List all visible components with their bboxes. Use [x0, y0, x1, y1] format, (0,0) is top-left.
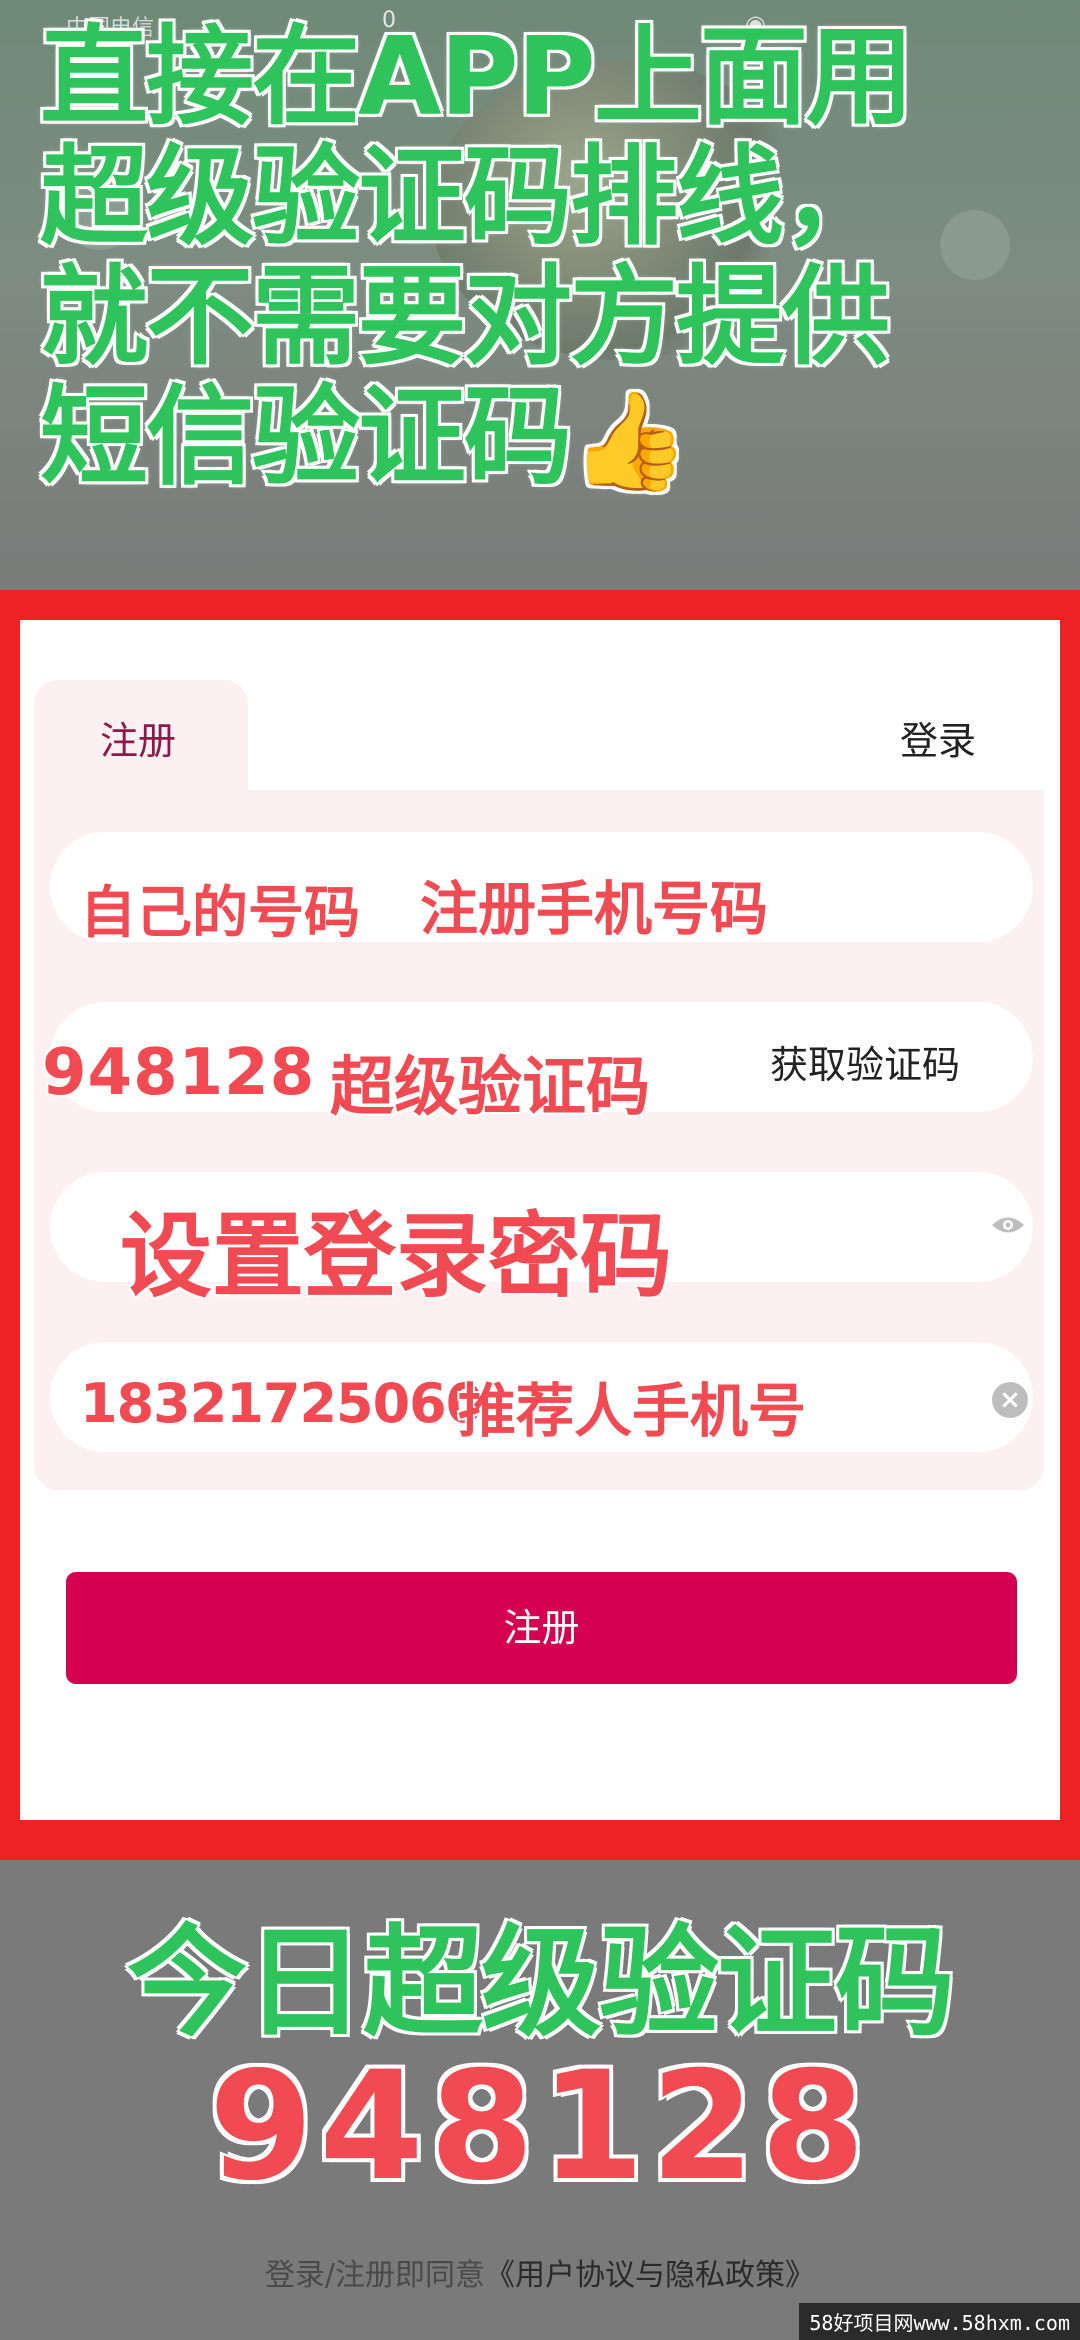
register-button[interactable]: 注册 [66, 1572, 1017, 1684]
get-code-button[interactable]: 获取验证码 [770, 1034, 960, 1089]
clear-icon[interactable]: × [992, 1382, 1028, 1418]
referrer-phone-value: 18321725060 [78, 1371, 484, 1437]
tab-login[interactable]: 登录 [900, 710, 976, 765]
thumbs-up-icon: 👍 [568, 383, 692, 499]
phone-annotation-2: 注册手机号码 [418, 874, 769, 945]
headline-line: 短信验证码👍 [38, 375, 1060, 501]
agreement-text: 登录/注册即同意《用户协议与隐私政策》 [0, 2250, 1080, 2294]
watermark: 58好项目网www.58hxm.com [799, 2303, 1080, 2340]
agreement-link[interactable]: 《用户协议与隐私政策》 [485, 2258, 815, 2293]
headline-line: 直接在APP上面用 [38, 15, 916, 140]
overlay-headline: 直接在APP上面用 超级验证码排线， 就不需要对方提供 短信验证码👍 [38, 15, 1060, 501]
today-code-value: 948128 [207, 2038, 872, 2216]
password-annotation: 设置登录密码 [118, 1202, 673, 1312]
today-code-title: 今日超级验证码 [125, 1912, 957, 2055]
headline-line: 就不需要对方提供 [38, 255, 892, 380]
headline-line: 超级验证码排线， [38, 135, 892, 260]
phone-annotation: 自己的号码 [79, 880, 362, 948]
eye-icon[interactable] [990, 1212, 1026, 1238]
code-annotation: 超级验证码 [329, 1050, 652, 1127]
verification-code-value: 948128 [40, 1035, 316, 1112]
agreement-prefix: 登录/注册即同意 [264, 2258, 486, 2293]
tab-register-label[interactable]: 注册 [100, 710, 176, 765]
referrer-annotation: 推荐人手机号 [456, 1376, 807, 1447]
headline-line-text: 短信验证码 [38, 375, 574, 500]
